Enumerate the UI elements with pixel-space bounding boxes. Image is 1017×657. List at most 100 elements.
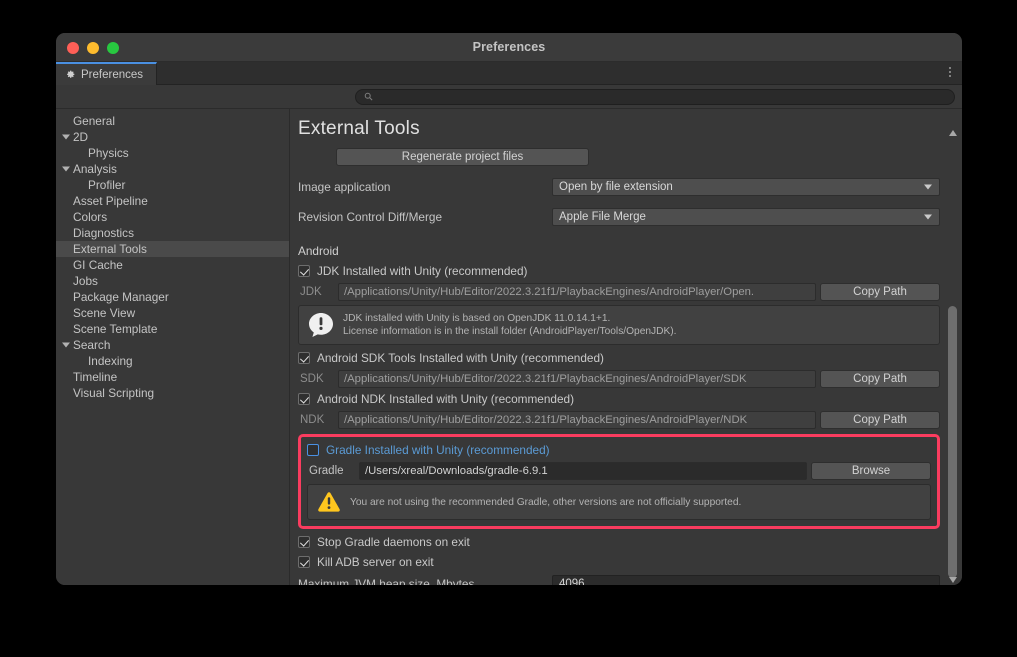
sdk-path-field[interactable]: /Applications/Unity/Hub/Editor/2022.3.21… [338, 369, 816, 388]
sidebar-item-label: 2D [73, 130, 89, 144]
sidebar-item-label: GI Cache [73, 258, 123, 272]
jdk-info-notice: JDK installed with Unity is based on Ope… [298, 305, 940, 345]
sidebar-item-diagnostics[interactable]: Diagnostics [56, 225, 289, 241]
jvm-heap-field[interactable]: 4096 [552, 574, 940, 585]
sdk-checkbox-label: Android SDK Tools Installed with Unity (… [317, 351, 604, 365]
sidebar-item-label: Jobs [73, 274, 98, 288]
kill-adb-server-label: Kill ADB server on exit [317, 555, 434, 569]
sdk-copy-path-button[interactable]: Copy Path [820, 369, 940, 388]
sidebar-item-label: Asset Pipeline [73, 194, 148, 208]
sidebar-item-label: Indexing [88, 354, 133, 368]
image-application-label: Image application [298, 180, 391, 194]
sidebar-item-label: Scene View [73, 306, 136, 320]
settings-sidebar: General 2D Physics Analysis Profiler Asset Pi… [56, 109, 290, 585]
settings-content: External Tools Regenerate project files … [290, 109, 962, 585]
jdk-path-field[interactable]: /Applications/Unity/Hub/Editor/2022.3.21… [338, 282, 816, 301]
ndk-field-label: NDK [300, 413, 325, 426]
preferences-window: Preferences Preferences General 2D Physi… [56, 33, 962, 585]
sdk-checkbox-row[interactable]: Android SDK Tools Installed with Unity (… [298, 349, 940, 367]
stop-gradle-daemons-checkbox[interactable] [298, 536, 310, 548]
gradle-checkbox-label: Gradle Installed with Unity (recommended… [326, 443, 550, 457]
gradle-warning-notice: You are not using the recommended Gradle… [307, 484, 931, 520]
revision-control-dropdown[interactable]: Apple File Merge [552, 208, 940, 226]
disclosure-triangle-icon[interactable] [62, 342, 70, 348]
kill-adb-server-checkbox[interactable] [298, 556, 310, 568]
revision-control-value: Apple File Merge [559, 211, 646, 223]
jdk-checkbox[interactable] [298, 265, 310, 277]
search-box[interactable] [355, 88, 955, 105]
content-scrollbar[interactable] [947, 130, 960, 583]
sidebar-item-scene-view[interactable]: Scene View [56, 305, 289, 321]
sidebar-item-label: External Tools [73, 242, 147, 256]
gradle-warning-text: You are not using the recommended Gradle… [350, 496, 742, 508]
sidebar-item-label: Visual Scripting [73, 386, 155, 400]
sidebar-item-external-tools[interactable]: External Tools [56, 241, 289, 257]
scroll-up-arrow-icon[interactable] [949, 130, 957, 136]
disclosure-triangle-icon[interactable] [62, 134, 70, 140]
gradle-path-field[interactable]: /Users/xreal/Downloads/gradle-6.9.1 [359, 461, 807, 480]
sdk-path-row: SDK /Applications/Unity/Hub/Editor/2022.… [298, 369, 940, 388]
sidebar-item-profiler[interactable]: Profiler [56, 177, 289, 193]
sidebar-item-asset-pipeline[interactable]: Asset Pipeline [56, 193, 289, 209]
jvm-heap-label: Maximum JVM heap size, Mbytes [298, 576, 475, 586]
sidebar-item-timeline[interactable]: Timeline [56, 369, 289, 385]
sidebar-item-label: Package Manager [73, 290, 169, 304]
jdk-path-row: JDK /Applications/Unity/Hub/Editor/2022.… [298, 282, 940, 301]
gradle-checkbox-row[interactable]: Gradle Installed with Unity (recommended… [307, 441, 931, 459]
window-body: General 2D Physics Analysis Profiler Asset Pi… [56, 109, 962, 585]
sidebar-item-indexing[interactable]: Indexing [56, 353, 289, 369]
scrollbar-thumb[interactable] [948, 306, 957, 578]
disclosure-triangle-icon[interactable] [62, 166, 70, 172]
jdk-notice-text: JDK installed with Unity is based on Ope… [343, 312, 677, 338]
search-bar-row [56, 85, 962, 109]
kebab-menu-icon[interactable] [949, 67, 951, 77]
revision-control-row: Revision Control Diff/Merge Apple File M… [298, 208, 940, 226]
search-input[interactable] [377, 91, 946, 102]
jvm-heap-row: Maximum JVM heap size, Mbytes 4096 [298, 574, 940, 585]
ndk-checkbox-row[interactable]: Android NDK Installed with Unity (recomm… [298, 390, 940, 408]
gear-icon [67, 70, 75, 78]
gradle-settings-highlight: Gradle Installed with Unity (recommended… [298, 434, 940, 529]
sidebar-item-jobs[interactable]: Jobs [56, 273, 289, 289]
regenerate-project-files-button[interactable]: Regenerate project files [336, 148, 589, 166]
sidebar-item-package-manager[interactable]: Package Manager [56, 289, 289, 305]
sidebar-item-visual-scripting[interactable]: Visual Scripting [56, 385, 289, 401]
sidebar-item-gi-cache[interactable]: GI Cache [56, 257, 289, 273]
sidebar-item-scene-template[interactable]: Scene Template [56, 321, 289, 337]
tab-bar: Preferences [56, 62, 962, 85]
jdk-notice-line1: JDK installed with Unity is based on Ope… [343, 313, 611, 324]
jdk-copy-path-button[interactable]: Copy Path [820, 282, 940, 301]
sidebar-item-colors[interactable]: Colors [56, 209, 289, 225]
tab-preferences[interactable]: Preferences [56, 62, 158, 85]
sidebar-item-label: Analysis [73, 162, 117, 176]
kill-adb-server-row[interactable]: Kill ADB server on exit [298, 553, 940, 571]
sidebar-item-label: Colors [73, 210, 108, 224]
ndk-checkbox[interactable] [298, 393, 310, 405]
sidebar-item-label: Scene Template [73, 322, 158, 336]
sdk-checkbox[interactable] [298, 352, 310, 364]
sidebar-item-label: Search [73, 338, 111, 352]
gradle-field-label: Gradle [309, 464, 344, 477]
sidebar-item-label: General [73, 114, 115, 128]
android-section-label: Android [298, 244, 339, 258]
stop-gradle-daemons-row[interactable]: Stop Gradle daemons on exit [298, 533, 940, 551]
sidebar-item-general[interactable]: General [56, 113, 289, 129]
ndk-copy-path-button[interactable]: Copy Path [820, 410, 940, 429]
image-application-value: Open by file extension [559, 181, 673, 193]
gradle-checkbox[interactable] [307, 444, 319, 456]
image-application-dropdown[interactable]: Open by file extension [552, 178, 940, 196]
chevron-down-icon [924, 214, 932, 220]
info-icon [309, 313, 333, 337]
ndk-path-field[interactable]: /Applications/Unity/Hub/Editor/2022.3.21… [338, 410, 816, 429]
revision-control-label: Revision Control Diff/Merge [298, 210, 443, 224]
scroll-down-arrow-icon[interactable] [949, 577, 957, 583]
gradle-browse-button[interactable]: Browse [811, 461, 931, 480]
sdk-field-label: SDK [300, 372, 324, 385]
sidebar-item-analysis[interactable]: Analysis [56, 161, 289, 177]
window-titlebar: Preferences [56, 33, 962, 62]
jdk-checkbox-row[interactable]: JDK Installed with Unity (recommended) [298, 262, 940, 280]
sidebar-item-2d[interactable]: 2D [56, 129, 289, 145]
sidebar-item-physics[interactable]: Physics [56, 145, 289, 161]
sidebar-item-search[interactable]: Search [56, 337, 289, 353]
sidebar-item-label: Timeline [73, 370, 118, 384]
